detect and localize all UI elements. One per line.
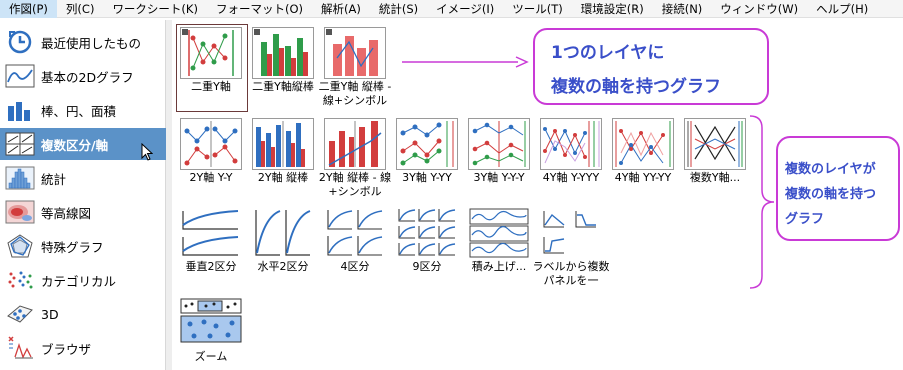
template-label: 二重Y軸 bbox=[191, 80, 231, 93]
callout-text: 複数のレイヤが bbox=[785, 162, 876, 177]
sidebar-item-bar-pie-area[interactable]: 棒、円、面積 bbox=[0, 94, 166, 126]
sidebar-item-recent[interactable]: 最近使用したもの bbox=[0, 26, 166, 58]
template-2y-y-y-thumb[interactable] bbox=[180, 118, 242, 170]
template-label: ラベルから複数パネルを一 bbox=[532, 260, 610, 287]
template-double-y-thumb[interactable] bbox=[180, 27, 242, 79]
sidebar-item-categorical[interactable]: カテゴリカル bbox=[0, 264, 166, 296]
template-4y-y-yyy-thumb[interactable] bbox=[540, 118, 602, 170]
menu-connectivity[interactable]: 接続(N) bbox=[653, 0, 712, 18]
plot-category-sidebar: 最近使用したもの 基本の2Dグラフ 棒、円、面積 複数区分/軸 統計 等高線図 bbox=[0, 20, 166, 370]
template-label: 垂直2区分 bbox=[185, 260, 237, 273]
sidebar-item-label: 棒、円、面積 bbox=[41, 103, 117, 119]
template-label: 2Y軸 縦棒 bbox=[257, 171, 309, 184]
template-horizontal-2-panel-thumb[interactable] bbox=[252, 207, 314, 259]
sidebar-item-label: 統計 bbox=[41, 171, 67, 187]
mouse-cursor-icon bbox=[141, 143, 153, 161]
radar-chart-icon bbox=[4, 232, 36, 260]
template-label: 二重Y軸縦棒 bbox=[252, 80, 314, 93]
menu-help[interactable]: ヘルプ(H) bbox=[807, 0, 877, 18]
callout-arrow bbox=[400, 55, 530, 69]
template-label: 水平2区分 bbox=[257, 260, 309, 273]
sidebar-item-3d[interactable]: 3D bbox=[0, 298, 166, 330]
callout-text: 複数の軸を持つ bbox=[785, 187, 877, 202]
template-zoom-thumb[interactable] bbox=[180, 298, 242, 344]
3d-scatter-icon bbox=[4, 300, 36, 328]
sidebar-item-label: カテゴリカル bbox=[41, 273, 117, 289]
template-4-panel-thumb[interactable] bbox=[324, 207, 386, 259]
callout-text: 1つのレイヤに bbox=[551, 43, 665, 63]
menu-plot[interactable]: 作図(P) bbox=[0, 0, 57, 18]
menu-window[interactable]: ウィンドウ(W) bbox=[711, 0, 807, 18]
sidebar-item-label: 複数区分/軸 bbox=[41, 137, 109, 153]
template-3y-y-yy-thumb[interactable] bbox=[396, 118, 458, 170]
menu-image[interactable]: イメージ(I) bbox=[427, 0, 503, 18]
template-stack-thumb[interactable] bbox=[468, 207, 530, 259]
template-multi-panel-by-label-thumb[interactable] bbox=[540, 207, 602, 259]
template-label: 4区分 bbox=[340, 260, 370, 273]
categorical-dots-icon bbox=[4, 266, 36, 294]
template-2y-column-thumb[interactable] bbox=[252, 118, 314, 170]
line-graph-icon bbox=[4, 62, 36, 90]
sidebar-item-label: 3D bbox=[41, 306, 59, 322]
template-3y-y-y-y-thumb[interactable] bbox=[468, 118, 530, 170]
template-label: 4Y軸 Y-YYY bbox=[542, 171, 600, 184]
template-label: 2Y軸 Y-Y bbox=[189, 171, 233, 184]
menu-preferences[interactable]: 環境設定(R) bbox=[572, 0, 653, 18]
menu-worksheet[interactable]: ワークシート(K) bbox=[103, 0, 207, 18]
sidebar-item-basic-2d[interactable]: 基本の2Dグラフ bbox=[0, 60, 166, 92]
callout-brace bbox=[748, 114, 776, 290]
callout-text: グラフ bbox=[785, 212, 825, 227]
multi-layer-callout: 複数のレイヤが 複数の軸を持つ グラフ bbox=[776, 136, 900, 241]
template-double-y-column-thumb[interactable] bbox=[252, 27, 314, 79]
template-label: 積み上げ... bbox=[471, 260, 527, 273]
sidebar-item-label: 最近使用したもの bbox=[41, 35, 142, 51]
recent-clock-icon bbox=[4, 28, 36, 56]
sidebar-item-specialized[interactable]: 特殊グラフ bbox=[0, 230, 166, 262]
template-label: 2Y軸 縦棒 - 線+シンボル bbox=[318, 171, 392, 198]
template-label: ズーム bbox=[194, 350, 228, 363]
browser-graph-icon bbox=[4, 334, 36, 362]
sidebar-item-label: 特殊グラフ bbox=[41, 239, 104, 255]
template-label: 9区分 bbox=[412, 260, 442, 273]
menu-tools[interactable]: ツール(T) bbox=[503, 0, 572, 18]
menu-bar: 作図(P) 列(C) ワークシート(K) フォーマット(O) 解析(A) 統計(… bbox=[0, 0, 903, 18]
template-vertical-2-panel-thumb[interactable] bbox=[180, 207, 242, 259]
histogram-icon bbox=[4, 164, 36, 192]
template-9-panel-thumb[interactable] bbox=[396, 207, 458, 259]
template-double-y-column-line-thumb[interactable] bbox=[324, 27, 386, 79]
menu-statistics[interactable]: 統計(S) bbox=[370, 0, 427, 18]
menu-format[interactable]: フォーマット(O) bbox=[207, 0, 312, 18]
sidebar-item-browser[interactable]: ブラウザ bbox=[0, 332, 166, 364]
panel-divider bbox=[166, 20, 172, 370]
menu-column[interactable]: 列(C) bbox=[57, 0, 104, 18]
template-label: 4Y軸 YY-YY bbox=[614, 171, 672, 184]
template-label: 複数Y軸... bbox=[689, 171, 741, 184]
sidebar-item-label: ブラウザ bbox=[41, 341, 92, 357]
callout-text: 複数の軸を持つグラフ bbox=[551, 77, 721, 97]
sidebar-item-label: 基本の2Dグラフ bbox=[41, 69, 134, 85]
sidebar-item-statistics[interactable]: 統計 bbox=[0, 162, 166, 194]
template-2y-column-line-thumb[interactable] bbox=[324, 118, 386, 170]
bar-chart-icon bbox=[4, 96, 36, 124]
sidebar-item-label: 等高線図 bbox=[41, 205, 92, 221]
single-layer-callout: 1つのレイヤに 複数の軸を持つグラフ bbox=[533, 28, 769, 105]
template-multi-y-thumb[interactable] bbox=[684, 118, 746, 170]
template-label: 3Y軸 Y-YY bbox=[402, 171, 452, 184]
contour-icon bbox=[4, 198, 36, 226]
sidebar-item-contour[interactable]: 等高線図 bbox=[0, 196, 166, 228]
menu-analysis[interactable]: 解析(A) bbox=[312, 0, 370, 18]
template-4y-yy-yy-thumb[interactable] bbox=[612, 118, 674, 170]
template-label: 3Y軸 Y-Y-Y bbox=[473, 171, 525, 184]
multi-panel-icon bbox=[4, 130, 36, 158]
template-label: 二重Y軸 縦棒 - 線+シンボル bbox=[318, 80, 392, 107]
